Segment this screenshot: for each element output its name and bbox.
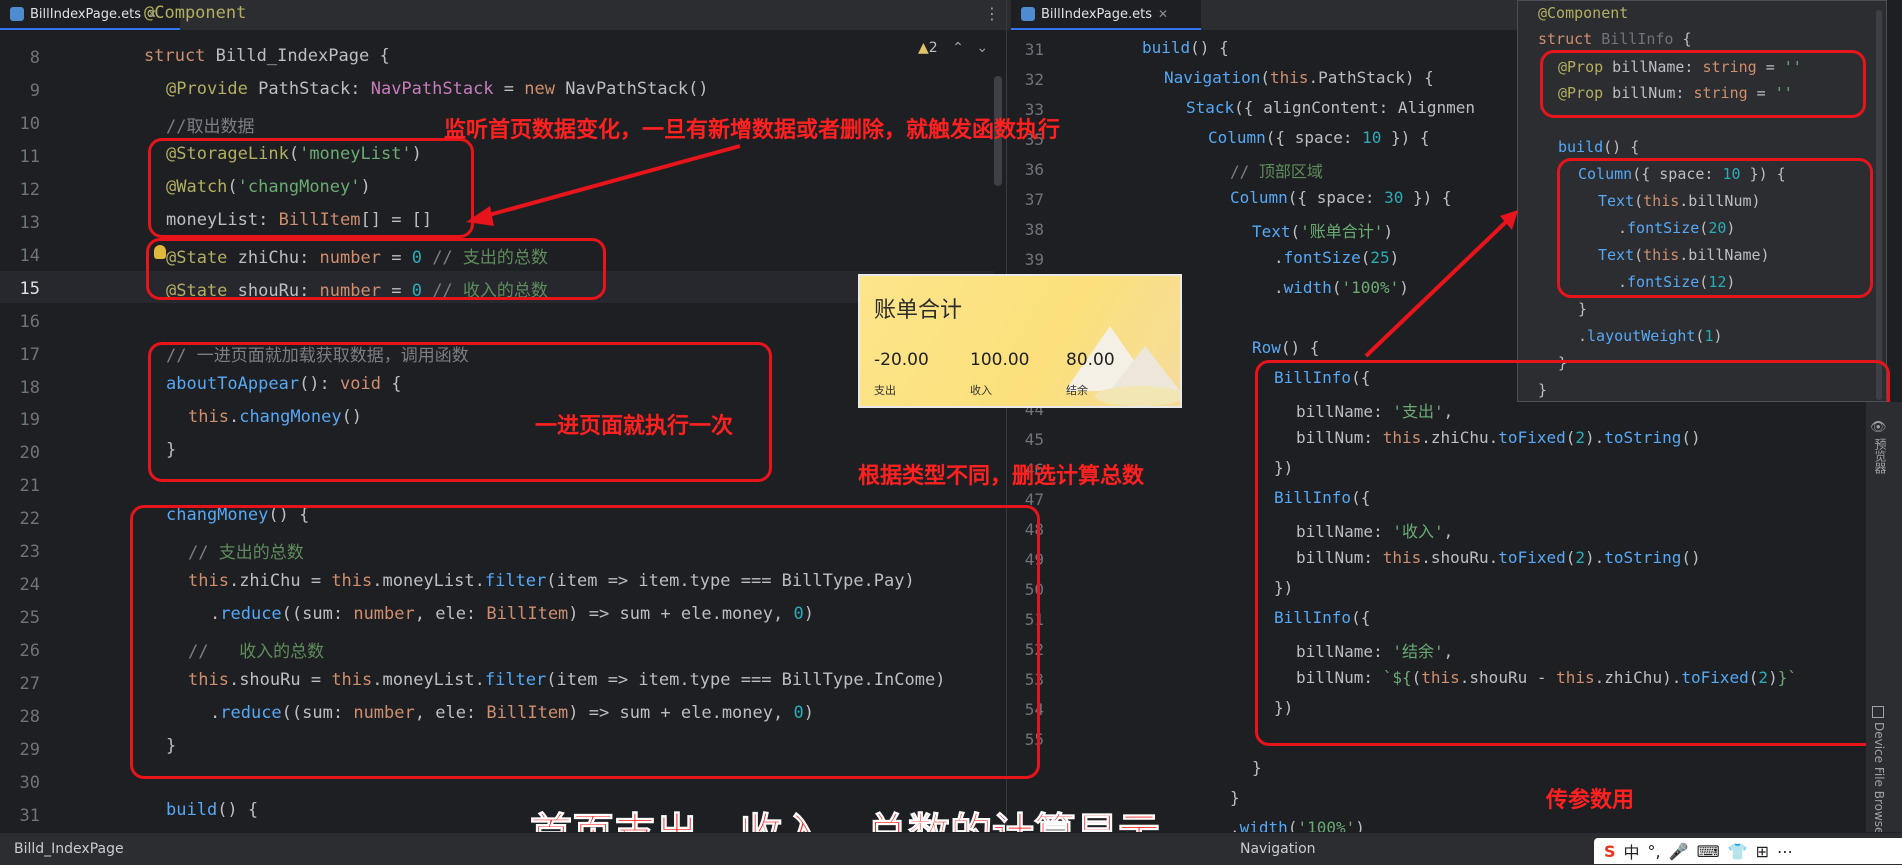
breadcrumb-right[interactable]: Navigation: [1240, 841, 1316, 857]
skin-icon[interactable]: 👕: [1728, 842, 1748, 861]
previewer-tool[interactable]: 预览器: [1872, 438, 1889, 474]
device-file-browser-tool[interactable]: Device File Browser: [1872, 722, 1886, 839]
annotation-param-note: 传参数用: [1546, 788, 1635, 813]
device-icon[interactable]: [1872, 706, 1884, 718]
sogou-logo-icon[interactable]: S: [1604, 842, 1616, 861]
eye-icon[interactable]: 👁: [1870, 420, 1887, 435]
keyboard-icon[interactable]: ⌨: [1697, 842, 1720, 861]
ime-punct-toggle[interactable]: °,: [1648, 842, 1661, 861]
annotation-watch-note: 监听首页数据变化，一旦有新增数据或者删除，就触发函数执行: [444, 118, 1061, 143]
microphone-icon[interactable]: 🎤: [1669, 842, 1689, 861]
breadcrumb-left[interactable]: Billd_IndexPage: [14, 841, 124, 857]
ime-lang-toggle[interactable]: 中: [1624, 839, 1640, 863]
annotation-once-note: 一进页面就执行一次: [535, 414, 734, 439]
more-icon[interactable]: ⋯: [1777, 842, 1793, 861]
toolbox-icon[interactable]: ⊞: [1756, 842, 1769, 861]
annotation-filter-note: 根据类型不同，删选计算总数: [858, 464, 1145, 489]
ime-toolbar[interactable]: S 中 °, 🎤 ⌨ 👕 ⊞ ⋯: [1594, 838, 1902, 864]
